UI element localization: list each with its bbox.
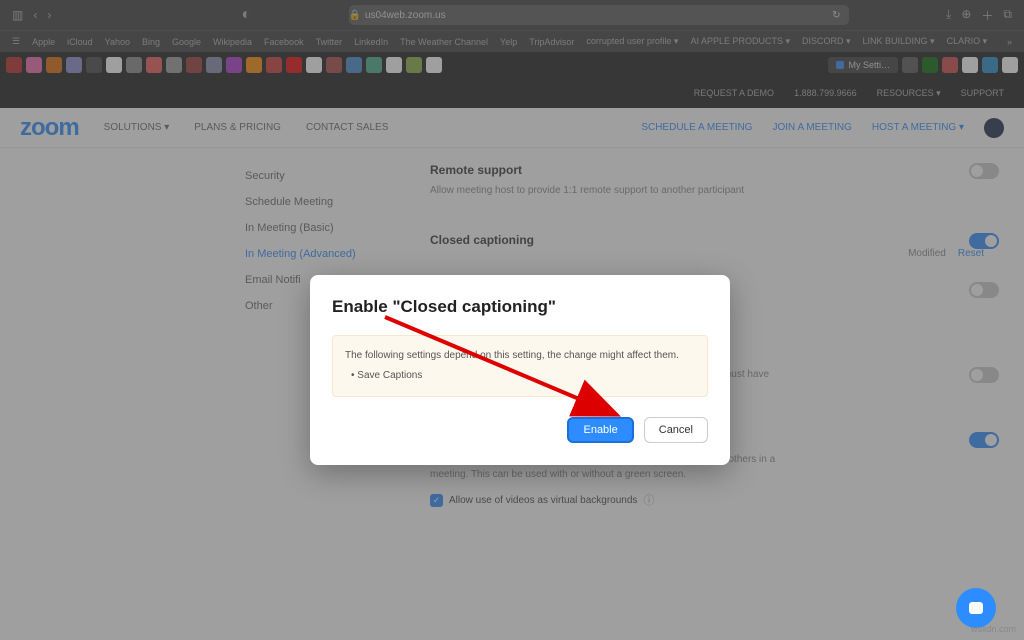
warning-text: The following settings depend on this se… bbox=[345, 348, 695, 364]
watermark: wsxdn.com bbox=[971, 624, 1016, 634]
warning-bullet: • Save Captions bbox=[345, 368, 695, 384]
modal-warning: The following settings depend on this se… bbox=[332, 335, 708, 397]
enable-button[interactable]: Enable bbox=[567, 417, 633, 443]
enable-modal: Enable "Closed captioning" The following… bbox=[310, 275, 730, 465]
chat-bubble-button[interactable] bbox=[956, 588, 996, 628]
modal-title: Enable "Closed captioning" bbox=[332, 297, 708, 317]
cancel-button[interactable]: Cancel bbox=[644, 417, 708, 443]
modal-actions: Enable Cancel bbox=[332, 417, 708, 443]
